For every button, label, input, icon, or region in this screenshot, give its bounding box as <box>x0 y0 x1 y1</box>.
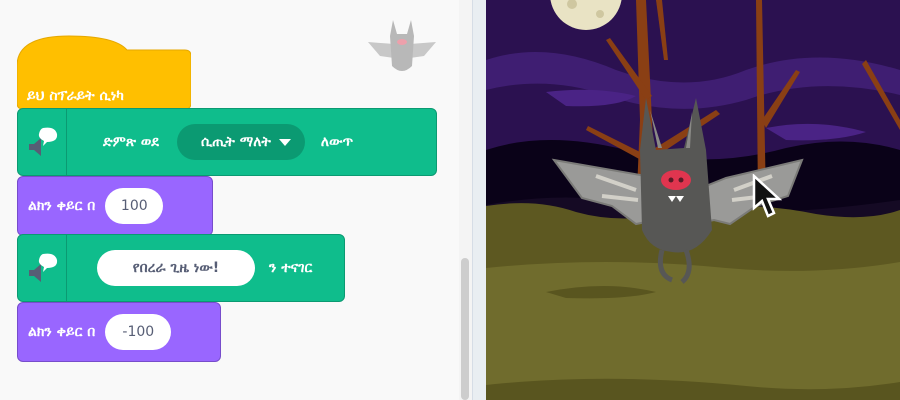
when-sprite-clicked-block[interactable]: ይህ ስፕራይት ሲነካ <box>17 30 191 109</box>
stage-backdrop <box>486 0 900 400</box>
speaker-bubble-icon <box>29 127 58 156</box>
hat-block-label: ይህ ስፕራይት ሲነካ <box>27 88 124 104</box>
caret-down-icon <box>278 138 291 146</box>
vertical-scrollbar-thumb[interactable] <box>461 258 469 400</box>
sound-extension-icon-box <box>18 109 67 175</box>
say-extension-icon-box <box>18 235 67 301</box>
change-x-block[interactable]: ልክን ቀይር በ 100 <box>17 176 213 236</box>
bat-sprite-thumbnail <box>368 20 436 71</box>
change-x-value-input[interactable]: -100 <box>105 314 172 350</box>
change-x-value-input[interactable]: 100 <box>105 188 164 224</box>
say-message-input[interactable]: የበረራ ጊዜ ነው! <box>97 250 255 286</box>
change-x-block[interactable]: ልክን ቀይር በ -100 <box>17 302 221 362</box>
sound-dropdown[interactable]: ሲጢት ማለት <box>176 124 305 160</box>
say-message: የበረራ ጊዜ ነው! <box>132 260 220 276</box>
change-x-label: ልክን ቀይር በ <box>28 324 96 340</box>
sound-block-prefix: ድምጽ ወደ <box>103 134 159 150</box>
say-block-suffix: ን ተናገር <box>269 260 313 276</box>
sound-block-suffix: ለውጥ <box>320 134 354 150</box>
code-area[interactable]: ይህ ስፕራይት ሲነካ ድምጽ ወደ ሲጢት ማለት ለውጥ ልክን ቀይር … <box>0 0 472 400</box>
change-x-value: -100 <box>122 324 155 340</box>
speaker-bubble-icon <box>29 253 58 282</box>
change-x-value: 100 <box>120 198 148 214</box>
change-x-label: ልክን ቀይር በ <box>28 198 96 214</box>
say-block[interactable]: የበረራ ጊዜ ነው! ን ተናገር <box>17 234 345 302</box>
mouse-pointer-icon <box>752 174 782 218</box>
set-sound-effect-block[interactable]: ድምጽ ወደ ሲጢት ማለት ለውጥ <box>17 108 437 176</box>
stage[interactable] <box>486 0 900 400</box>
panel-divider <box>472 0 487 400</box>
sound-dropdown-value: ሲጢት ማለት <box>200 134 271 150</box>
